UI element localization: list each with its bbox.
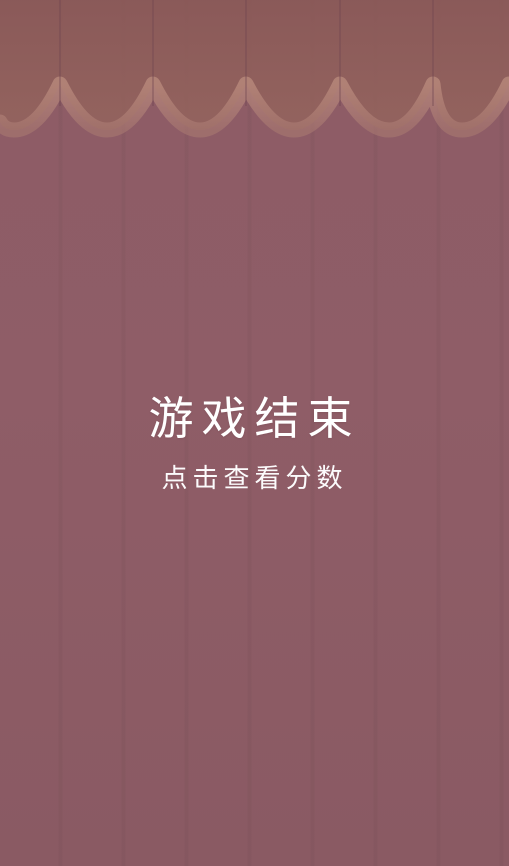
curtain-valance: [0, 0, 509, 138]
game-over-title: 游戏结束: [148, 392, 361, 445]
game-over-screen[interactable]: 游戏结束 点击查看分数: [0, 0, 509, 866]
view-score-prompt[interactable]: 点击查看分数: [0, 460, 509, 498]
view-score-action[interactable]: 游戏结束 点击查看分数: [0, 384, 509, 498]
